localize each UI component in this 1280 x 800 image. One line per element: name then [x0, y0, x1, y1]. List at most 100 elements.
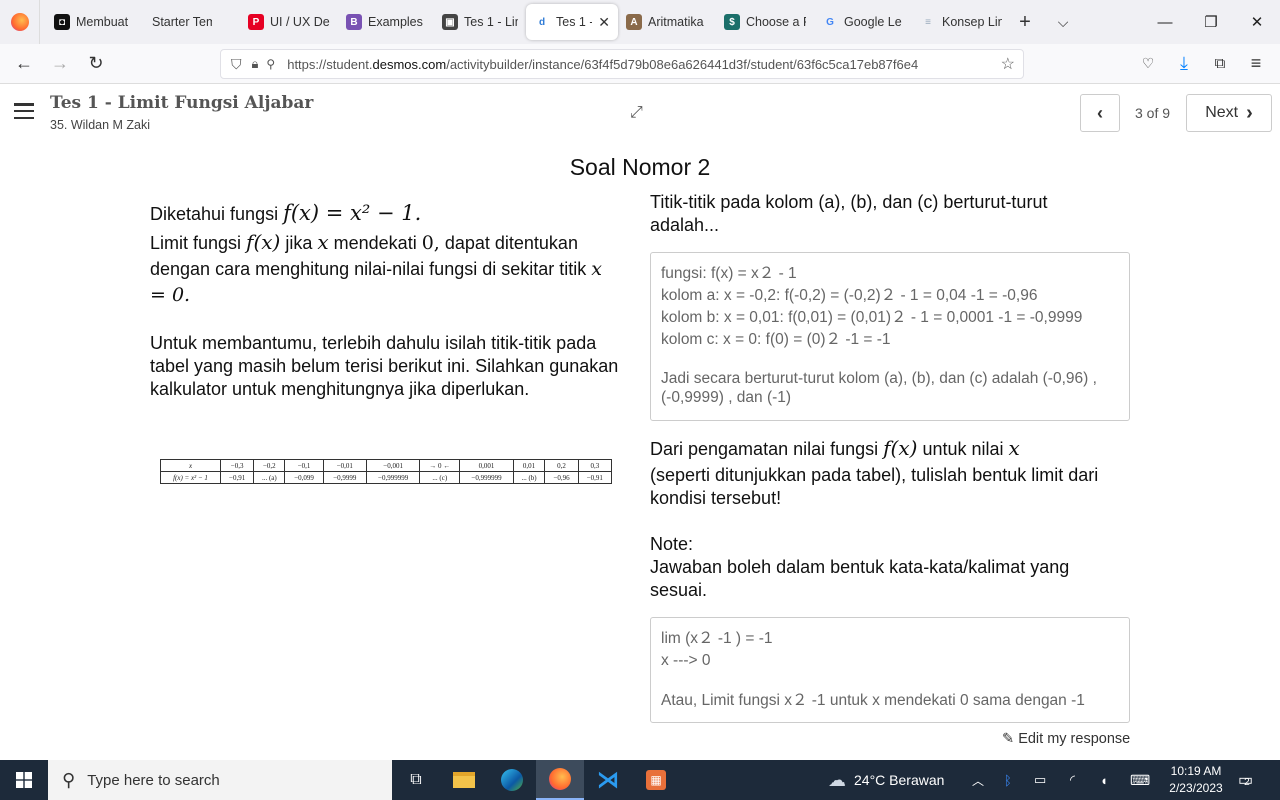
table-cell: ... (b) — [512, 471, 546, 484]
question-1: Titik-titik pada kolom (a), (b), dan (c)… — [650, 192, 1048, 235]
limit-paragraph: Limit fungsi f(x) jika x mendekati 0, da… — [150, 230, 602, 306]
edit-response-link[interactable]: ✎ Edit my response — [1002, 731, 1130, 747]
student-name: 35. Wildan M Zaki — [50, 118, 151, 132]
response-box-2: lim (x２ -1 ) = -1 x ---> 0 Atau, Limit fun… — [650, 617, 1130, 723]
table-cell: −0,099 — [284, 471, 324, 484]
table-cell: f(x) = x² − 1 — [160, 471, 221, 484]
browser-tab[interactable]: P UI / UX De — [240, 5, 338, 39]
chevron-left-icon: ‹ — [1097, 102, 1103, 123]
browser-tab[interactable]: ◘ Membuat — [46, 5, 144, 39]
tab-label: Choose a F — [746, 15, 806, 29]
vscode-icon[interactable]: ⋊ — [584, 760, 632, 800]
downloads-icon[interactable]: ⤓ — [1166, 48, 1202, 80]
table-cell: x — [160, 459, 221, 472]
app-menu-icon[interactable]: ≡ — [1238, 48, 1274, 80]
start-button[interactable] — [0, 760, 48, 800]
browser-tab[interactable]: Starter Templa — [144, 5, 240, 39]
table-cell: −0,2 — [253, 459, 286, 472]
close-tab-icon[interactable]: ✕ — [598, 14, 610, 31]
codesandbox-icon[interactable]: ▦ — [632, 760, 680, 800]
shield-icon[interactable]: ⛉ — [231, 56, 242, 73]
function-definition: Diketahui fungsi f(x) = x² − 1. — [150, 201, 422, 225]
tab-favicon-icon: ◘ — [54, 14, 70, 30]
prev-screen-button[interactable]: ‹ — [1080, 94, 1120, 132]
wifi-icon[interactable]: ◜ — [1070, 772, 1075, 788]
pencil-icon: ✎ — [1002, 731, 1015, 747]
restore-button[interactable]: ❐ — [1188, 0, 1234, 44]
permissions-icon[interactable]: ⚲ — [266, 57, 275, 71]
note-title: Note: — [650, 534, 694, 554]
minimize-button[interactable]: — — [1142, 0, 1188, 44]
url-text[interactable]: https://student.desmos.com/activitybuild… — [287, 57, 967, 72]
fullscreen-icon[interactable]: ⤢ — [630, 104, 643, 122]
tab-favicon-icon: d — [538, 16, 546, 28]
windows-taskbar: ⚲ Type here to search ⧉ ⋊ ▦ ☁ 24°C Beraw… — [0, 760, 1280, 800]
table-cell: → 0 ← — [419, 459, 461, 472]
close-window-button[interactable]: ✕ — [1234, 0, 1280, 44]
tab-favicon-icon: ▣ — [442, 14, 458, 30]
activity-header: Tes 1 - Limit Fungsi Aljabar 35. Wildan … — [0, 85, 1280, 141]
table-row-fx: f(x) = x² − 1 −0,91... (a) −0,099 −0,9999 −0… — [160, 471, 613, 484]
file-explorer-icon[interactable] — [440, 760, 488, 800]
response-line: Jadi secara berturut-turut kolom (a), (b… — [661, 370, 1097, 406]
question-text: Diketahui fungsi f(x) = x² − 1. Limit fu… — [150, 198, 620, 401]
pocket-icon[interactable]: ♡ — [1130, 48, 1166, 80]
screen-content: Soal Nomor 2 Diketahui fungsi f(x) = x² … — [0, 141, 1280, 760]
browser-tab[interactable]: B Examples — [338, 5, 434, 39]
taskbar-search-box[interactable]: ⚲ Type here to search — [48, 760, 392, 800]
hamburger-menu-icon[interactable] — [14, 103, 34, 119]
next-button[interactable]: Next › — [1186, 94, 1272, 132]
table-cell: ... (c) — [419, 471, 461, 484]
reload-button[interactable]: ↻ — [78, 48, 114, 80]
volume-icon[interactable]: ◖ — [1100, 773, 1108, 788]
browser-tab[interactable]: ▣ Tes 1 - Lim — [434, 5, 526, 39]
table-row-x: x −0,3 −0,2 −0,1 −0,01 −0,001 → 0 ← 0,001 0,01 0,… — [160, 459, 613, 472]
tab-list-button[interactable]: ⌵ — [1048, 14, 1078, 31]
clock[interactable]: 10:19 AM 2/23/2023 — [1160, 763, 1232, 797]
forward-button[interactable]: → — [42, 48, 78, 80]
extensions-icon[interactable]: ⧉ — [1202, 48, 1238, 80]
notification-icon[interactable]: ▭2 — [1238, 770, 1253, 790]
tab-favicon-icon: A — [626, 14, 642, 30]
tab-label: UI / UX De — [270, 15, 330, 29]
battery-icon[interactable]: ▭ — [1034, 772, 1046, 788]
table-cell: −0,3 — [219, 459, 255, 472]
firefox-taskbar-icon[interactable] — [536, 760, 584, 800]
tab-label: Aritmatika — [648, 15, 704, 29]
response-line: x ---> 0 — [661, 652, 711, 669]
keyboard-icon[interactable]: ⌨ — [1130, 772, 1150, 789]
bookmark-star-icon[interactable]: ☆ — [1001, 54, 1015, 74]
table-cell: 0,001 — [459, 459, 514, 472]
tab-label: Konsep Lin — [942, 15, 1002, 29]
tab-favicon-icon: B — [346, 14, 362, 30]
weather-widget[interactable]: ☁ 24°C Berawan — [828, 760, 944, 800]
tray-chevron-icon[interactable]: ︿ — [972, 772, 984, 789]
task-view-icon[interactable]: ⧉ — [392, 760, 440, 800]
response-line: kolom b: x = 0,01: f(0,01) = (0,01)２ - 1… — [661, 309, 1083, 326]
browser-tab[interactable]: A Aritmatika — [618, 5, 716, 39]
table-cell: −0,001 — [365, 459, 421, 472]
back-button[interactable]: ← — [6, 48, 42, 80]
tab-label: Examples — [368, 15, 423, 29]
tab-favicon-icon: G — [826, 16, 834, 28]
chevron-right-icon: › — [1246, 101, 1253, 124]
browser-tab[interactable]: G Google Le — [814, 5, 912, 39]
tab-favicon-icon: P — [248, 14, 264, 30]
lock-icon[interactable]: 🔒︎ — [252, 56, 259, 72]
new-tab-button[interactable]: + — [1010, 11, 1040, 34]
table-cell: ... (a) — [253, 471, 286, 484]
response-line: kolom a: x = -0,2: f(-0,2) = (-0,2)２ - 1… — [661, 287, 1038, 304]
address-bar[interactable]: ⛉ 🔒︎ ⚲ https://student.desmos.com/activi… — [220, 49, 1024, 79]
browser-tab[interactable]: ≡ Konsep Lin — [912, 5, 1010, 39]
table-cell: −0,96 — [544, 471, 579, 484]
browser-tab[interactable]: d Tes 1 - L ✕ — [526, 4, 618, 40]
response-box-1: fungsi: f(x) = x２ - 1 kolom a: x = -0,2: … — [650, 252, 1130, 421]
response-line: Atau, Limit fungsi x２ -1 untuk x mendeka… — [661, 692, 1085, 709]
activity-title: Tes 1 - Limit Fungsi Aljabar — [50, 93, 314, 113]
browser-tab[interactable]: $ Choose a F — [716, 5, 814, 39]
response-line: fungsi: f(x) = x２ - 1 — [661, 265, 797, 282]
edge-icon[interactable] — [488, 760, 536, 800]
firefox-menu-icon[interactable] — [0, 0, 40, 44]
bluetooth-icon[interactable]: ᛒ — [1004, 773, 1012, 788]
browser-tab-bar: ◘ Membuat Starter Templa P UI / UX De B Exampl… — [0, 0, 1280, 44]
